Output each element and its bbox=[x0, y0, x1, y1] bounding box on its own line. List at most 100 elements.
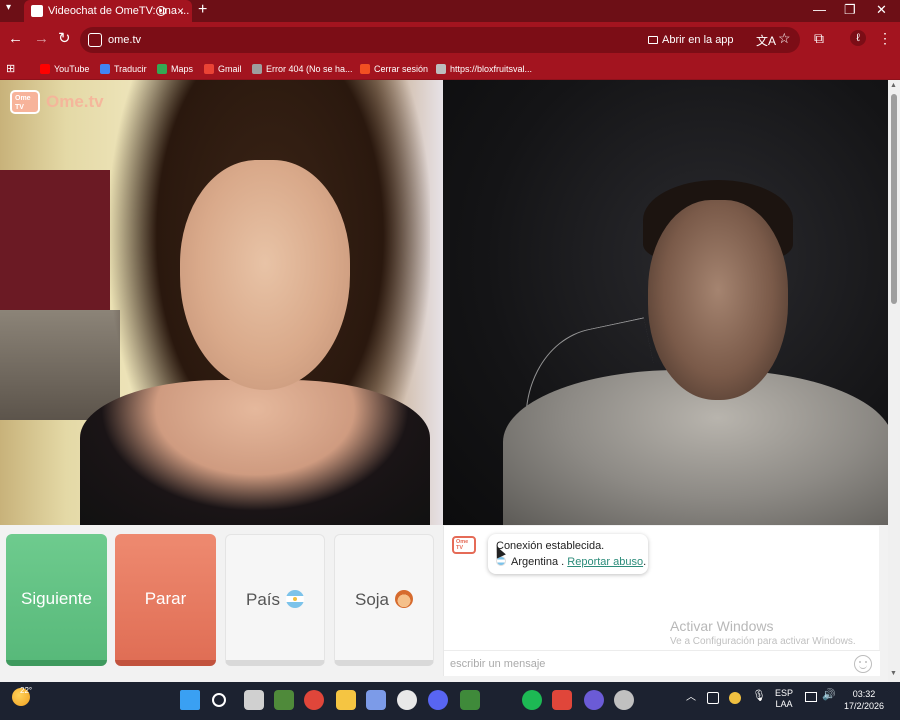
bookmark-label: Maps bbox=[171, 64, 194, 74]
bookmark-youtube[interactable]: YouTube bbox=[40, 58, 89, 80]
bookmark-bloxfruits[interactable]: https://bloxfruitsval... bbox=[436, 58, 532, 80]
separator-dot: . bbox=[561, 556, 565, 568]
gmail-icon bbox=[204, 64, 214, 74]
new-tab-button[interactable]: + bbox=[198, 0, 207, 20]
lang-layout: LAA bbox=[775, 699, 793, 709]
scrollbar-thumb[interactable] bbox=[891, 94, 897, 304]
chrome-icon[interactable] bbox=[304, 690, 324, 710]
report-suffix: . bbox=[643, 556, 647, 568]
bookmark-maps[interactable]: Maps bbox=[157, 58, 193, 80]
minecraft-icon[interactable] bbox=[460, 690, 480, 710]
task-view-icon[interactable] bbox=[244, 690, 264, 710]
ometv-logo-icon: Ome TV bbox=[10, 90, 40, 114]
message-input-bar bbox=[444, 650, 880, 676]
site-info-icon[interactable] bbox=[88, 33, 102, 47]
tab-search-chevron-icon[interactable]: ▾ bbox=[6, 2, 11, 13]
country-label: País bbox=[245, 590, 281, 609]
discord-icon[interactable] bbox=[428, 690, 448, 710]
scroll-up-icon[interactable]: ▲ bbox=[890, 82, 897, 89]
connection-status: Conexión establecida. bbox=[496, 540, 605, 552]
back-button[interactable]: ← bbox=[8, 30, 23, 48]
chat-logo-text: Ome TV bbox=[456, 539, 469, 551]
store-icon[interactable] bbox=[366, 690, 386, 710]
search-icon[interactable] bbox=[212, 693, 226, 707]
person-face bbox=[180, 160, 350, 390]
close-window-button[interactable]: ✕ bbox=[876, 0, 887, 20]
ometv-chat-logo-icon: Ome TV bbox=[452, 536, 476, 554]
windows-activation-title: Activar Windows bbox=[670, 618, 774, 634]
tray-app-icon[interactable] bbox=[707, 692, 719, 704]
next-button[interactable]: Siguiente bbox=[6, 534, 107, 666]
app-icon[interactable] bbox=[614, 690, 634, 710]
reload-button[interactable]: ↻ bbox=[58, 30, 71, 48]
spotify-icon[interactable] bbox=[522, 690, 542, 710]
page-scrollbar[interactable]: ▲ ▼ bbox=[888, 80, 900, 682]
start-icon[interactable] bbox=[180, 690, 200, 710]
minecraft-launcher-icon[interactable] bbox=[274, 690, 294, 710]
message-input[interactable] bbox=[450, 655, 840, 673]
translate-bookmark-icon bbox=[100, 64, 110, 74]
bookmark-star-icon[interactable]: ☆ bbox=[778, 30, 791, 47]
open-in-app-button[interactable]: Abrir en la app bbox=[662, 27, 734, 53]
gender-label: Soja bbox=[354, 590, 390, 609]
logo-box-text: Ome TV bbox=[15, 95, 31, 111]
translate-icon[interactable]: 文A bbox=[756, 32, 776, 49]
bookmark-error-404[interactable]: Error 404 (No se ha... bbox=[252, 58, 353, 80]
tab-ometv[interactable]: Videochat de OmeTV: una ... × bbox=[24, 0, 192, 22]
tray-chevron-icon[interactable]: ︿ bbox=[686, 692, 696, 703]
bookmark-label: YouTube bbox=[54, 64, 90, 74]
scroll-down-icon[interactable]: ▼ bbox=[890, 670, 897, 677]
background-shelf bbox=[0, 310, 120, 420]
language-indicator[interactable]: ESP LAA bbox=[775, 688, 793, 710]
lang-code: ESP bbox=[775, 688, 794, 698]
bookmarks-bar: ⊞ YouTube Traducir Maps Gmail Error 404 … bbox=[0, 58, 900, 80]
tab-title: Videochat de OmeTV: una ... bbox=[48, 5, 190, 17]
windows-activation-subtitle: Ve a Configuración para activar Windows. bbox=[670, 636, 856, 647]
remote-video bbox=[443, 80, 888, 525]
volume-icon[interactable]: 🔊 bbox=[822, 690, 836, 701]
ometv-logo-text: Ome.tv bbox=[46, 92, 104, 111]
local-video: Ome TV Ome.tv bbox=[0, 80, 443, 525]
bookmark-gmail[interactable]: Gmail bbox=[204, 58, 242, 80]
bloxfruits-icon bbox=[436, 64, 446, 74]
file-explorer-icon[interactable] bbox=[336, 690, 356, 710]
forward-button[interactable]: → bbox=[34, 30, 49, 48]
minimize-button[interactable]: — bbox=[813, 0, 826, 20]
url-text[interactable]: ome.tv bbox=[108, 27, 141, 53]
circle-app-icon[interactable] bbox=[584, 690, 604, 710]
ometv-favicon-icon bbox=[31, 5, 43, 17]
restore-button[interactable]: ❐ bbox=[844, 0, 856, 20]
menu-dots-icon[interactable]: ⋮ bbox=[878, 30, 892, 47]
gender-button[interactable]: Soja bbox=[334, 534, 434, 666]
country-button[interactable]: País bbox=[225, 534, 325, 666]
microphone-icon[interactable] bbox=[552, 690, 572, 710]
bookmark-label: https://bloxfruitsval... bbox=[450, 64, 533, 74]
browser-toolbar: ← → ↻ ome.tv Abrir en la app 文A ☆ ⧉ ℓ ⋮ bbox=[0, 22, 900, 58]
bookmark-label: Cerrar sesión bbox=[374, 64, 429, 74]
tray-microphone-icon[interactable]: 🎙 bbox=[752, 691, 766, 702]
clock-date: 17/2/2026 bbox=[843, 701, 885, 711]
bookmark-logout[interactable]: Cerrar sesión bbox=[360, 58, 428, 80]
weather-temperature: 22° bbox=[20, 686, 33, 695]
extensions-icon[interactable]: ⧉ bbox=[814, 30, 824, 47]
system-message: Conexión establecida. Argentina . Report… bbox=[488, 534, 648, 574]
emoji-icon[interactable] bbox=[854, 655, 872, 673]
system-clock[interactable]: 03:32 17/2/2026 bbox=[838, 688, 890, 712]
tray-app-icon-2[interactable] bbox=[729, 692, 741, 704]
person-face bbox=[648, 200, 788, 400]
tab-close-icon[interactable]: × bbox=[177, 0, 184, 22]
partner-country: Argentina bbox=[511, 556, 559, 568]
profile-avatar[interactable]: ℓ bbox=[850, 30, 866, 46]
network-icon[interactable] bbox=[805, 692, 817, 702]
windows-taskbar: 22° ︿ 🎙 ESP LAA 🔊 03:32 17/2/2026 bbox=[0, 682, 900, 720]
bookmark-label: Traducir bbox=[114, 64, 147, 74]
apps-grid-icon[interactable]: ⊞ bbox=[6, 58, 15, 80]
clock-icon[interactable] bbox=[397, 690, 417, 710]
address-bar[interactable]: ome.tv Abrir en la app 文A ☆ bbox=[80, 27, 800, 53]
argentina-flag-icon bbox=[286, 589, 305, 608]
stop-button[interactable]: Parar bbox=[115, 534, 216, 666]
person-body bbox=[80, 380, 430, 525]
page-icon bbox=[252, 64, 262, 74]
bookmark-translate[interactable]: Traducir bbox=[100, 58, 147, 80]
report-abuse-link[interactable]: Reportar abuso bbox=[567, 556, 643, 568]
